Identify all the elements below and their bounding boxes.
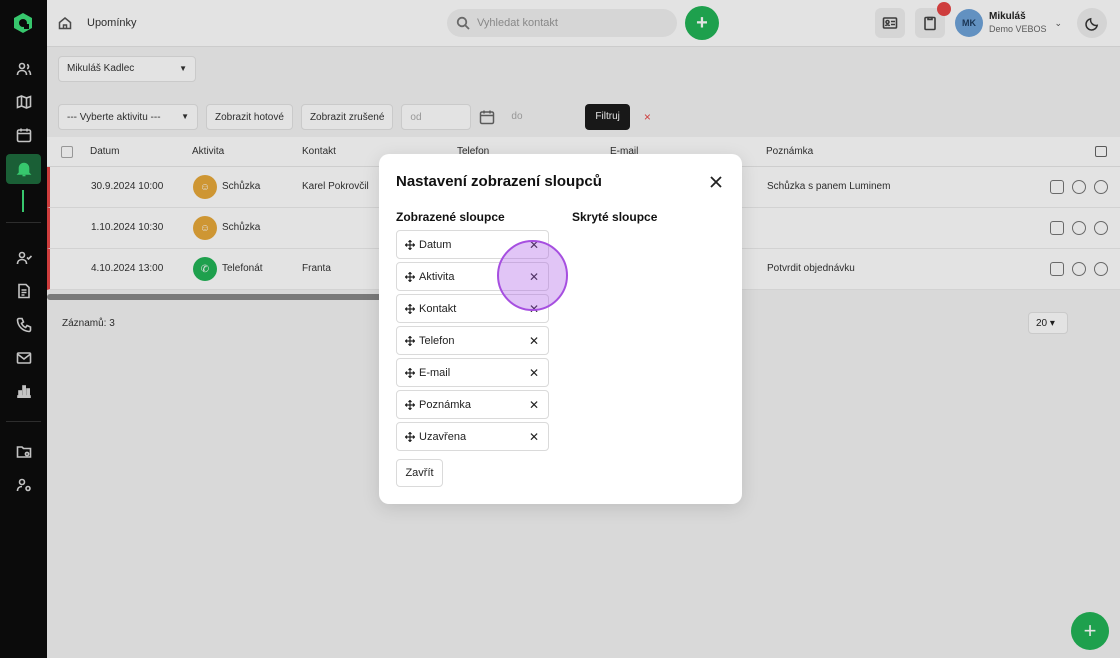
- column-label: Kontakt: [419, 302, 457, 315]
- column-label: Datum: [419, 238, 452, 251]
- column-settings-modal: Nastavení zobrazení sloupců Zobrazené sl…: [379, 154, 742, 504]
- remove-column-button[interactable]: ✕: [529, 398, 539, 412]
- column-label: E-mail: [419, 366, 451, 379]
- column-item-email[interactable]: E-mail ✕: [396, 358, 549, 387]
- remove-column-button[interactable]: ✕: [529, 430, 539, 444]
- column-label: Uzavřena: [419, 430, 467, 443]
- column-label: Telefon: [419, 334, 455, 347]
- visible-columns-heading: Zobrazené sloupce: [396, 210, 505, 224]
- column-item-poznamka[interactable]: Poznámka ✕: [396, 390, 549, 419]
- close-icon[interactable]: [709, 175, 723, 189]
- drag-handle-icon[interactable]: [405, 335, 415, 346]
- column-item-telefon[interactable]: Telefon ✕: [396, 326, 549, 355]
- drag-handle-icon[interactable]: [405, 303, 415, 314]
- remove-column-button[interactable]: ✕: [529, 366, 539, 380]
- drag-handle-icon[interactable]: [405, 271, 415, 282]
- remove-column-button[interactable]: ✕: [529, 334, 539, 348]
- drag-handle-icon[interactable]: [405, 431, 415, 442]
- modal-title: Nastavení zobrazení sloupců: [396, 173, 602, 190]
- drag-handle-icon[interactable]: [405, 399, 415, 410]
- column-item-uzavrena[interactable]: Uzavřena ✕: [396, 422, 549, 451]
- column-label: Poznámka: [419, 398, 471, 411]
- drag-handle-icon[interactable]: [405, 239, 415, 250]
- hidden-columns-heading: Skryté sloupce: [572, 210, 658, 224]
- column-label: Aktivita: [419, 270, 455, 283]
- drag-handle-icon[interactable]: [405, 367, 415, 378]
- close-button[interactable]: Zavřít: [396, 459, 443, 487]
- click-indicator: [497, 240, 568, 311]
